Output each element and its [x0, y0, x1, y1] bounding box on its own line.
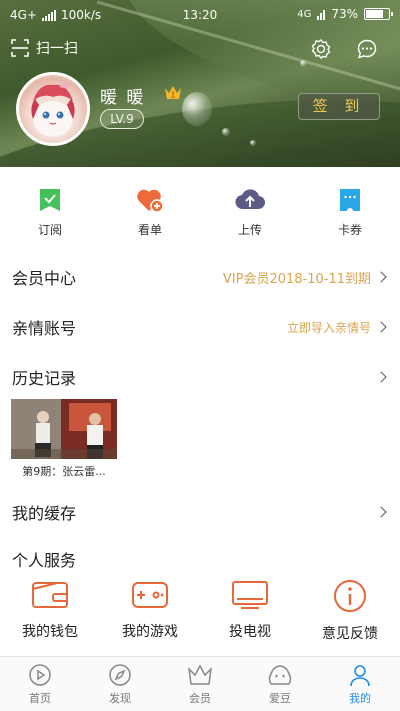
video-thumbnail-image — [11, 399, 117, 459]
tab-discover[interactable]: 发现 — [80, 657, 160, 711]
water-drop — [300, 60, 307, 67]
row-title: 会员中心 — [12, 269, 77, 288]
compass-icon — [109, 664, 131, 686]
ticket-icon — [340, 189, 360, 211]
tab-mine[interactable]: 我的 — [320, 657, 400, 711]
service-label: 投电视 — [229, 624, 271, 640]
tab-vip[interactable]: 会员 — [160, 657, 240, 711]
crown-icon — [187, 664, 213, 685]
quick-action-label: 订阅 — [37, 223, 62, 237]
profile-header: 4G+ 100k/s 13:20 4G 73% 扫一扫 暖 暖 1 LV.9 签… — [0, 0, 400, 167]
home-play-icon — [29, 664, 51, 686]
gamepad-icon — [132, 582, 168, 608]
quick-action-subscribe[interactable]: 订阅 — [0, 167, 100, 252]
service-label: 意见反馈 — [322, 626, 378, 642]
bottom-tab-bar: 首页 发现 会员 爱豆 我的 — [0, 656, 400, 711]
avatar-image — [31, 81, 75, 137]
feedback-icon — [334, 580, 366, 612]
history-item-thumbnail[interactable] — [11, 399, 117, 459]
service-games[interactable]: 我的游戏 — [100, 579, 200, 649]
scan-button[interactable]: 扫一扫 — [10, 38, 78, 58]
water-drop — [182, 92, 212, 126]
service-label: 我的钱包 — [22, 624, 78, 640]
quick-actions: 订阅 看单 上传 卡券 — [0, 167, 400, 252]
row-title: 亲情账号 — [12, 319, 77, 338]
subscribe-icon — [40, 189, 60, 211]
tab-label: 我的 — [349, 692, 371, 705]
water-drop — [222, 128, 230, 136]
profile-page: 4G+ 100k/s 13:20 4G 73% 扫一扫 暖 暖 1 LV.9 签… — [0, 0, 400, 711]
chevron-right-icon — [375, 321, 387, 333]
tab-home[interactable]: 首页 — [0, 657, 80, 711]
tab-label: 爱豆 — [269, 692, 291, 705]
settings-icon[interactable] — [310, 38, 332, 60]
section-title: 个人服务 — [12, 551, 77, 570]
service-wallet[interactable]: 我的钱包 — [0, 579, 100, 649]
scan-icon — [11, 39, 29, 57]
service-cast-tv[interactable]: 投电视 — [200, 579, 300, 649]
upload-icon — [235, 189, 265, 210]
row-title: 我的缓存 — [12, 504, 77, 523]
history-item-caption: 第9期：张云雷... — [22, 465, 106, 478]
cache-row[interactable]: 我的缓存 — [0, 487, 400, 537]
crown-badge-number: 1 — [170, 91, 175, 100]
services-grid: 我的钱包 我的游戏 投电视 意见反馈 — [0, 579, 400, 649]
tv-icon — [232, 581, 268, 609]
chevron-right-icon — [375, 506, 387, 518]
quick-action-label: 看单 — [137, 223, 162, 237]
idol-icon — [268, 665, 292, 685]
avatar[interactable] — [16, 72, 90, 146]
vip-expiry: VIP会员2018-10-11到期 — [222, 271, 371, 287]
heart-list-icon — [137, 189, 164, 213]
services-section-header: 个人服务 — [0, 537, 400, 581]
tab-label: 会员 — [189, 692, 211, 705]
chevron-right-icon — [375, 371, 387, 383]
vip-center-row[interactable]: 会员中心 VIP会员2018-10-11到期 — [0, 252, 400, 302]
service-feedback[interactable]: 意见反馈 — [300, 579, 400, 649]
quick-action-coupons[interactable]: 卡券 — [300, 167, 400, 252]
profile-icon — [350, 665, 370, 687]
signal-icon — [317, 9, 326, 20]
username: 暖 暖 — [100, 88, 146, 108]
family-import-link[interactable]: 立即导入亲情号 — [287, 319, 371, 336]
quick-action-label: 卡券 — [337, 223, 362, 237]
chevron-right-icon — [375, 271, 387, 283]
crown-badge-icon: 1 — [165, 86, 181, 100]
network-label-right: 4G — [297, 8, 312, 20]
quick-action-watchlist[interactable]: 看单 — [100, 167, 200, 252]
level-badge: LV.9 — [100, 109, 144, 129]
tab-label: 发现 — [109, 692, 131, 705]
quick-action-label: 上传 — [237, 223, 262, 237]
battery-percent: 73% — [331, 7, 358, 21]
quick-action-upload[interactable]: 上传 — [200, 167, 300, 252]
battery-icon — [364, 8, 393, 20]
history-row[interactable]: 历史记录 — [0, 352, 400, 402]
scan-label: 扫一扫 — [36, 41, 78, 57]
family-account-row[interactable]: 亲情账号 立即导入亲情号 — [0, 302, 400, 352]
message-icon[interactable] — [356, 38, 378, 60]
tab-label: 首页 — [29, 692, 51, 705]
service-label: 我的游戏 — [122, 624, 178, 640]
signin-button[interactable]: 签 到 — [298, 93, 380, 120]
status-bar: 4G+ 100k/s 13:20 4G 73% — [0, 0, 400, 30]
wallet-icon — [32, 582, 68, 608]
row-title: 历史记录 — [12, 369, 77, 388]
water-drop — [250, 140, 256, 146]
tab-idol[interactable]: 爱豆 — [240, 657, 320, 711]
